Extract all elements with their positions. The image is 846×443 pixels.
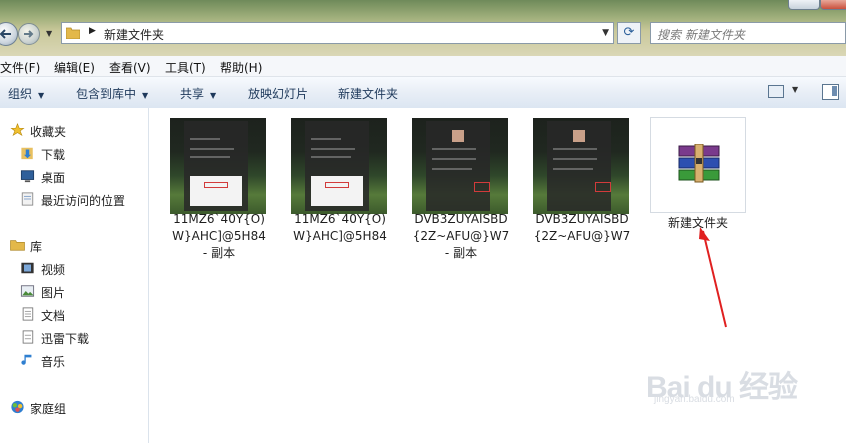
nav-favorites-label: 收藏夹 (30, 125, 67, 139)
image-thumbnail (412, 118, 508, 214)
preview-pane-icon[interactable] (822, 84, 839, 100)
refresh-button[interactable]: ⟳ (617, 22, 641, 44)
menu-tools[interactable]: 工具(T) (165, 59, 206, 76)
breadcrumb-current[interactable]: 新建文件夹 (104, 26, 164, 43)
nav-pictures-label: 图片 (41, 286, 66, 300)
recent-pages-dropdown[interactable]: ▼ (46, 29, 52, 38)
search-input[interactable]: 搜索 新建文件夹 (650, 22, 846, 44)
nav-documents[interactable]: 文档 (0, 304, 148, 324)
window-titlebar: ▼ ▶ 新建文件夹 ▼ ⟳ 搜索 新建文件夹 (0, 0, 846, 56)
file-name-line: W}AHC]@5H84 (172, 229, 266, 243)
menu-file[interactable]: 文件(F) (0, 59, 40, 76)
back-button[interactable] (0, 22, 18, 46)
nav-libraries-label: 库 (30, 240, 43, 254)
file-name-line: - 副本 (202, 246, 236, 260)
image-thumbnail (291, 118, 387, 214)
change-view-icon[interactable] (768, 85, 784, 98)
nav-downloads[interactable]: 下载 (0, 143, 148, 163)
nav-documents-label: 文档 (41, 309, 66, 323)
baidu-watermark: Bai du 经验 jingyan.baidu.com (646, 362, 798, 406)
thunder-download-icon (22, 330, 34, 344)
music-note-icon (21, 354, 32, 365)
image-thumbnail (170, 118, 266, 214)
nav-downloads-label: 下载 (41, 148, 66, 162)
file-name-line: 11MZ6`40Y{O) (294, 212, 386, 226)
organize-label: 组织 (8, 87, 33, 101)
file-name-line: 11MZ6`40Y{O) (173, 212, 265, 226)
include-library-button[interactable]: 包含到库中 ▼ (76, 85, 148, 102)
folder-icon (66, 27, 80, 39)
file-name: DVB3ZUYAISBD {2Z~AFU@}W7 (529, 211, 635, 245)
nav-libraries[interactable]: 库 (0, 235, 148, 255)
image-thumbnail (533, 118, 629, 214)
file-name-line: {2Z~AFU@}W7 (412, 229, 510, 243)
minimize-button[interactable] (788, 0, 820, 10)
documents-icon (22, 307, 34, 321)
file-name: 11MZ6`40Y{O) W}AHC]@5H84 (287, 211, 393, 245)
winrar-archive-icon (678, 144, 720, 183)
nav-homegroup[interactable]: 家庭组 (0, 397, 148, 417)
file-name-line: {2Z~AFU@}W7 (533, 229, 631, 243)
nav-desktop[interactable]: 桌面 (0, 166, 148, 186)
nav-music[interactable]: 音乐 (0, 350, 148, 370)
nav-recent[interactable]: 最近访问的位置 (0, 189, 148, 209)
new-folder-button[interactable]: 新建文件夹 (338, 85, 398, 102)
address-bar[interactable]: ▶ 新建文件夹 ▼ (61, 22, 614, 44)
archive-item[interactable] (650, 117, 746, 213)
command-bar: 组织 ▼ 包含到库中 ▼ 共享 ▼ 放映幻灯片 新建文件夹 (0, 77, 846, 109)
forward-button[interactable] (18, 23, 40, 45)
chevron-down-icon: ▼ (142, 91, 149, 100)
nav-favorites[interactable]: 收藏夹 (0, 120, 148, 140)
share-label: 共享 (180, 87, 205, 101)
arrow-left-icon (0, 29, 11, 39)
file-name-line: DVB3ZUYAISBD (414, 212, 508, 226)
share-button[interactable]: 共享 ▼ (180, 85, 216, 102)
downloads-folder-icon (21, 147, 33, 160)
file-name-line: - 副本 (444, 246, 478, 260)
pictures-icon (20, 285, 35, 297)
recent-places-icon (21, 192, 34, 206)
refresh-icon: ⟳ (623, 25, 635, 40)
file-name-line: W}AHC]@5H84 (293, 229, 387, 243)
search-placeholder: 搜索 新建文件夹 (657, 28, 745, 42)
close-button[interactable] (820, 0, 846, 10)
library-folder-icon (10, 240, 25, 251)
view-options-dropdown[interactable]: ▼ (792, 85, 798, 94)
include-library-label: 包含到库中 (76, 87, 137, 101)
organize-button[interactable]: 组织 ▼ (8, 85, 44, 102)
chevron-down-icon: ▼ (210, 91, 217, 100)
slideshow-button[interactable]: 放映幻灯片 (248, 85, 308, 102)
homegroup-icon (11, 400, 24, 414)
breadcrumb-separator-icon: ▶ (89, 26, 96, 36)
menu-view[interactable]: 查看(V) (109, 59, 151, 76)
nav-pictures[interactable]: 图片 (0, 281, 148, 301)
nav-desktop-label: 桌面 (41, 171, 66, 185)
annotation-arrow-icon (699, 227, 727, 328)
nav-thunder-label: 迅雷下载 (41, 332, 90, 346)
video-icon (21, 262, 34, 274)
address-dropdown-icon[interactable]: ▼ (602, 28, 609, 38)
nav-videos-label: 视频 (41, 263, 66, 277)
menu-edit[interactable]: 编辑(E) (54, 59, 95, 76)
nav-homegroup-label: 家庭组 (30, 402, 67, 416)
menu-help[interactable]: 帮助(H) (220, 59, 262, 76)
navigation-pane: 收藏夹 下载 桌面 最近访问的位置 库 视频 图片 文档 迅雷下载 音乐 家庭组 (0, 108, 149, 443)
menu-bar: 文件(F) 编辑(E) 查看(V) 工具(T) 帮助(H) (0, 56, 846, 77)
star-icon (10, 123, 25, 136)
desktop-icon (20, 170, 35, 183)
file-name-line: DVB3ZUYAISBD (535, 212, 629, 226)
chevron-down-icon: ▼ (38, 91, 45, 100)
file-name: DVB3ZUYAISBD {2Z~AFU@}W7 - 副本 (408, 211, 514, 262)
nav-thunder-downloads[interactable]: 迅雷下载 (0, 327, 148, 347)
file-name: 11MZ6`40Y{O) W}AHC]@5H84 - 副本 (166, 211, 272, 262)
nav-videos[interactable]: 视频 (0, 258, 148, 278)
nav-recent-label: 最近访问的位置 (41, 194, 126, 208)
nav-music-label: 音乐 (41, 355, 66, 369)
arrow-right-icon (24, 30, 34, 38)
watermark-url: jingyan.baidu.com (654, 394, 735, 405)
